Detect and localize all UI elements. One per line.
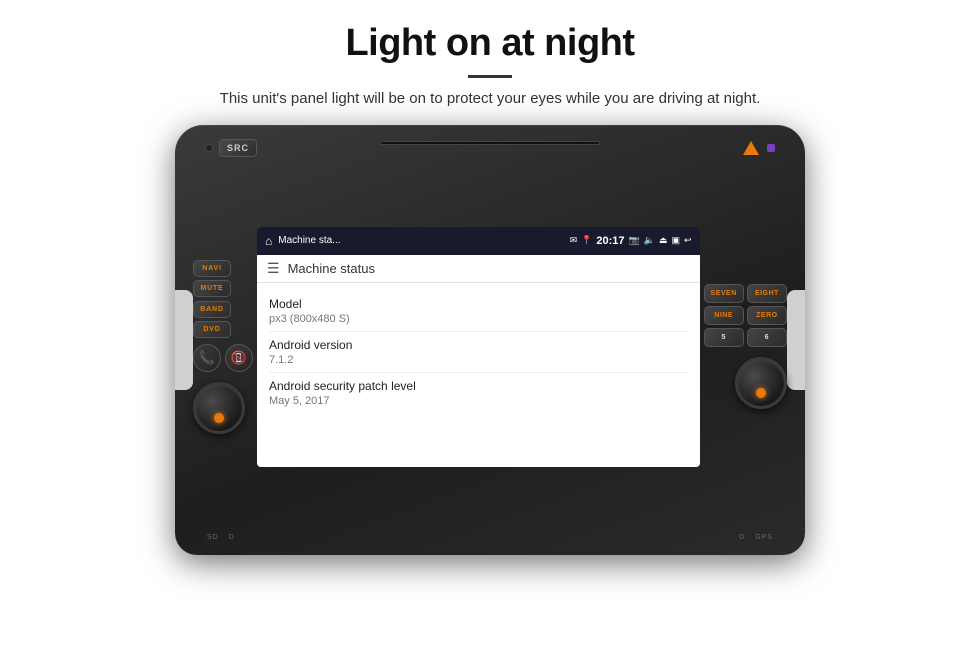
page-subtitle: This unit's panel light will be on to pr… [220, 90, 761, 107]
status-time: 20:17 [596, 235, 624, 247]
left-knob[interactable] [193, 382, 245, 434]
app-header: ☰ Machine status [257, 255, 700, 283]
android-version-label: Android version [269, 338, 688, 352]
patch-level-label: Android security patch level [269, 379, 688, 393]
phone-buttons: 📞 📵 [193, 344, 253, 372]
app-content: Model px3 (800x480 S) Android version 7.… [257, 283, 700, 467]
call-icon: 📞 [199, 350, 215, 366]
top-bar: SRC [187, 139, 793, 165]
left-btn-group-2: BAND DVD [193, 301, 231, 338]
seven-button[interactable]: SEVEN [704, 284, 744, 303]
status-bar: ⌂ Machine sta... ✉ 📍 20:17 📷 🔈 ⏏ ▣ ↩ [257, 227, 700, 255]
screen-icon: ▣ [671, 235, 680, 246]
vol-icon: 🔈 [644, 235, 655, 246]
bottom-labels-left: SD D [207, 534, 235, 541]
navi-button[interactable]: NAVI [193, 260, 231, 277]
bracket-left [175, 290, 193, 390]
bracket-right [787, 290, 805, 390]
model-value: px3 (800x480 S) [269, 313, 688, 325]
call-button[interactable]: 📞 [193, 344, 221, 372]
left-btn-group-1: NAVI MUTE [193, 260, 231, 297]
band-button[interactable]: BAND [193, 301, 231, 318]
purple-indicator [767, 144, 775, 152]
main-area: NAVI MUTE BAND DVD 📞 📵 [187, 165, 793, 528]
android-version-value: 7.1.2 [269, 354, 688, 366]
back-icon[interactable]: ↩ [684, 235, 692, 246]
camera-icon: 📷 [629, 235, 640, 246]
model-label: Model [269, 297, 688, 311]
info-item-model: Model px3 (800x480 S) [269, 291, 688, 332]
mute-button[interactable]: MUTE [193, 280, 231, 297]
zero-button[interactable]: ZERO [747, 306, 787, 325]
end-call-icon: 📵 [231, 350, 247, 366]
sd-label: SD [207, 534, 219, 541]
app-header-title: Machine status [288, 261, 375, 276]
num-btn-grid: SEVEN EIGHT NINE ZERO 5 6 [704, 284, 787, 347]
six-button[interactable]: 6 [747, 328, 787, 347]
end-call-button[interactable]: 📵 [225, 344, 253, 372]
page-title: Light on at night [345, 22, 634, 65]
left-controls: NAVI MUTE BAND DVD 📞 📵 [187, 260, 257, 434]
title-divider [468, 75, 512, 78]
info-item-android-version: Android version 7.1.2 [269, 332, 688, 373]
status-app-name: Machine sta... [278, 235, 563, 246]
info-item-patch-level: Android security patch level May 5, 2017 [269, 373, 688, 413]
home-icon[interactable]: ⌂ [265, 234, 272, 248]
nine-button[interactable]: NINE [704, 306, 744, 325]
bottom-labels-right: D GPS [739, 534, 773, 541]
five-button[interactable]: 5 [704, 328, 744, 347]
dvd-button[interactable]: DVD [193, 321, 231, 338]
eject-icon: ⏏ [659, 235, 668, 246]
gps-label: GPS [755, 534, 773, 541]
msg-icon: ✉ [570, 235, 578, 246]
android-screen: ⌂ Machine sta... ✉ 📍 20:17 📷 🔈 ⏏ ▣ ↩ [257, 227, 700, 467]
d-label-right: D [739, 534, 745, 541]
src-button[interactable]: SRC [219, 139, 257, 157]
triangle-button[interactable] [743, 141, 759, 155]
right-controls: SEVEN EIGHT NINE ZERO 5 6 [700, 284, 793, 409]
top-right [743, 141, 775, 155]
status-icons: ✉ 📍 20:17 📷 🔈 ⏏ ▣ ↩ [570, 235, 692, 247]
hamburger-icon[interactable]: ☰ [267, 260, 280, 277]
page-wrapper: Light on at night This unit's panel ligh… [0, 0, 980, 655]
camera-dot [205, 144, 213, 152]
top-left: SRC [205, 139, 257, 157]
right-knob[interactable] [735, 357, 787, 409]
d-label-left: D [229, 534, 235, 541]
cd-slot [380, 141, 600, 145]
bottom-bar: SD D D GPS [187, 528, 793, 545]
head-unit: SRC NAVI MUTE BAND DVD [175, 125, 805, 555]
eight-button[interactable]: EIGHT [747, 284, 787, 303]
patch-level-value: May 5, 2017 [269, 395, 688, 407]
pin-icon: 📍 [581, 235, 592, 246]
